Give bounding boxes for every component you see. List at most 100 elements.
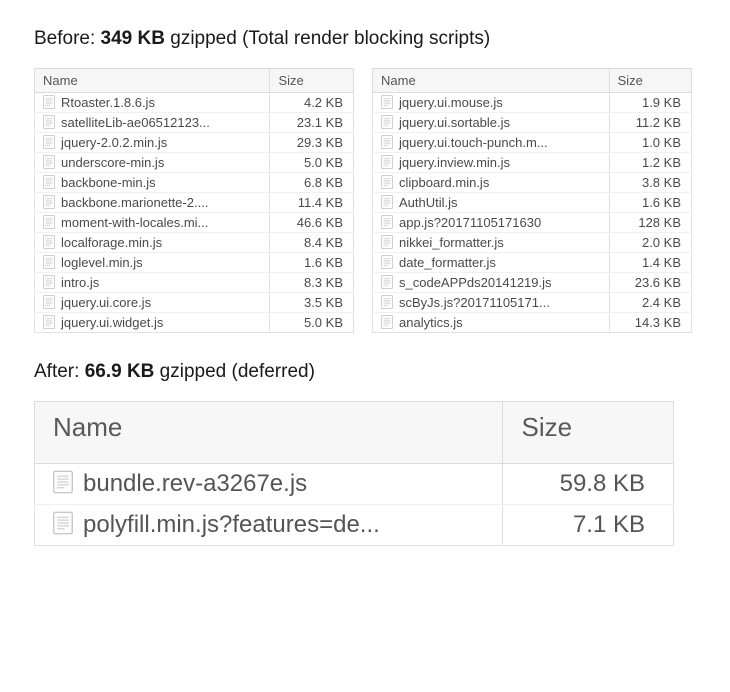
file-size-cell: 14.3 KB bbox=[609, 313, 691, 333]
file-icon bbox=[43, 315, 55, 329]
file-size-cell: 1.6 KB bbox=[609, 193, 691, 213]
file-size-cell: 2.0 KB bbox=[609, 233, 691, 253]
file-size-cell: 1.0 KB bbox=[609, 133, 691, 153]
table-row[interactable]: backbone-min.js6.8 KB bbox=[35, 173, 354, 193]
table-row[interactable]: scByJs.js?20171105171... 2.4 KB bbox=[373, 293, 692, 313]
file-name-cell: jquery.ui.core.js bbox=[35, 293, 270, 313]
table-row[interactable]: loglevel.min.js 1.6 KB bbox=[35, 253, 354, 273]
file-name: Rtoaster.1.8.6.js bbox=[61, 95, 155, 110]
file-size-cell: 46.6 KB bbox=[270, 213, 354, 233]
after-table: Name Size bundle.rev-a3267e.js 59.8 KBpol… bbox=[34, 401, 674, 546]
file-icon bbox=[381, 295, 393, 309]
table-row[interactable]: analytics.js 14.3 KB bbox=[373, 313, 692, 333]
table-row[interactable]: app.js?20171105171630128 KB bbox=[373, 213, 692, 233]
table-row[interactable]: nikkei_formatter.js 2.0 KB bbox=[373, 233, 692, 253]
after-size: 66.9 KB bbox=[85, 361, 155, 382]
file-icon bbox=[381, 95, 393, 109]
before-tables: Name Size Rtoaster.1.8.6.js 4.2 KBsatelli… bbox=[34, 68, 696, 333]
col-name-header[interactable]: Name bbox=[35, 69, 270, 93]
file-icon bbox=[53, 470, 73, 494]
table-row[interactable]: jquery.ui.widget.js5.0 KB bbox=[35, 313, 354, 333]
file-name: jquery.ui.core.js bbox=[61, 295, 151, 310]
table-row[interactable]: jquery.ui.sortable.js11.2 KB bbox=[373, 113, 692, 133]
table-row[interactable]: clipboard.min.js3.8 KB bbox=[373, 173, 692, 193]
table-row[interactable]: Rtoaster.1.8.6.js 4.2 KB bbox=[35, 93, 354, 113]
file-name-cell: loglevel.min.js bbox=[35, 253, 270, 273]
table-row[interactable]: AuthUtil.js1.6 KB bbox=[373, 193, 692, 213]
file-size-cell: 1.9 KB bbox=[609, 93, 691, 113]
file-icon bbox=[381, 215, 393, 229]
file-name: jquery.ui.touch-punch.m... bbox=[399, 135, 548, 150]
file-name: nikkei_formatter.js bbox=[399, 235, 504, 250]
col-size-header[interactable]: Size bbox=[270, 69, 354, 93]
file-name: loglevel.min.js bbox=[61, 255, 143, 270]
before-table-right: Name Size jquery.ui.mouse.js1.9 KBjquery… bbox=[372, 68, 692, 333]
file-size-cell: 1.6 KB bbox=[270, 253, 354, 273]
file-name-cell: bundle.rev-a3267e.js bbox=[35, 464, 503, 505]
file-name-cell: date_formatter.js bbox=[373, 253, 610, 273]
file-size-cell: 2.4 KB bbox=[609, 293, 691, 313]
file-size-cell: 3.8 KB bbox=[609, 173, 691, 193]
table-row[interactable]: satelliteLib-ae06512123...23.1 KB bbox=[35, 113, 354, 133]
table-row[interactable]: moment-with-locales.mi... 46.6 KB bbox=[35, 213, 354, 233]
table-row[interactable]: bundle.rev-a3267e.js 59.8 KB bbox=[35, 464, 674, 505]
col-name-header[interactable]: Name bbox=[373, 69, 610, 93]
table-row[interactable]: jquery.ui.core.js3.5 KB bbox=[35, 293, 354, 313]
after-prefix: After: bbox=[34, 361, 85, 382]
table-row[interactable]: s_codeAPPds20141219.js23.6 KB bbox=[373, 273, 692, 293]
file-icon bbox=[43, 235, 55, 249]
file-name-cell: app.js?20171105171630 bbox=[373, 213, 610, 233]
col-size-header[interactable]: Size bbox=[503, 402, 674, 464]
file-size-cell: 23.6 KB bbox=[609, 273, 691, 293]
file-icon bbox=[43, 195, 55, 209]
file-name-cell: moment-with-locales.mi... bbox=[35, 213, 270, 233]
file-name: scByJs.js?20171105171... bbox=[399, 295, 550, 310]
col-name-header[interactable]: Name bbox=[35, 402, 503, 464]
table-row[interactable]: polyfill.min.js?features=de...7.1 KB bbox=[35, 505, 674, 546]
file-icon bbox=[381, 135, 393, 149]
file-size-cell: 7.1 KB bbox=[503, 505, 674, 546]
file-name-cell: polyfill.min.js?features=de... bbox=[35, 505, 503, 546]
before-suffix: gzipped (Total render blocking scripts) bbox=[165, 28, 490, 49]
table-row[interactable]: jquery.ui.touch-punch.m... 1.0 KB bbox=[373, 133, 692, 153]
file-name-cell: jquery.ui.touch-punch.m... bbox=[373, 133, 610, 153]
file-name: jquery.inview.min.js bbox=[399, 155, 510, 170]
table-row[interactable]: jquery.inview.min.js1.2 KB bbox=[373, 153, 692, 173]
table-row[interactable]: backbone.marionette-2....11.4 KB bbox=[35, 193, 354, 213]
file-name-cell: analytics.js bbox=[373, 313, 610, 333]
file-name-cell: Rtoaster.1.8.6.js bbox=[35, 93, 270, 113]
file-name-cell: backbone-min.js bbox=[35, 173, 270, 193]
file-icon bbox=[43, 295, 55, 309]
after-heading: After: 66.9 KB gzipped (deferred) bbox=[34, 361, 696, 383]
file-name-cell: AuthUtil.js bbox=[373, 193, 610, 213]
file-icon bbox=[381, 195, 393, 209]
file-name-cell: backbone.marionette-2.... bbox=[35, 193, 270, 213]
table-row[interactable]: date_formatter.js1.4 KB bbox=[373, 253, 692, 273]
table-row[interactable]: localforage.min.js8.4 KB bbox=[35, 233, 354, 253]
table-row[interactable]: intro.js8.3 KB bbox=[35, 273, 354, 293]
before-table-left: Name Size Rtoaster.1.8.6.js 4.2 KBsatelli… bbox=[34, 68, 354, 333]
file-size-cell: 59.8 KB bbox=[503, 464, 674, 505]
file-name: underscore-min.js bbox=[61, 155, 164, 170]
file-name: backbone.marionette-2.... bbox=[61, 195, 208, 210]
file-icon bbox=[43, 215, 55, 229]
file-size-cell: 4.2 KB bbox=[270, 93, 354, 113]
file-name: moment-with-locales.mi... bbox=[61, 215, 208, 230]
file-size-cell: 128 KB bbox=[609, 213, 691, 233]
file-icon bbox=[43, 155, 55, 169]
before-heading: Before: 349 KB gzipped (Total render blo… bbox=[34, 28, 696, 50]
table-row[interactable]: underscore-min.js5.0 KB bbox=[35, 153, 354, 173]
table-row[interactable]: jquery-2.0.2.min.js29.3 KB bbox=[35, 133, 354, 153]
file-icon bbox=[53, 511, 73, 535]
file-name-cell: jquery-2.0.2.min.js bbox=[35, 133, 270, 153]
table-row[interactable]: jquery.ui.mouse.js1.9 KB bbox=[373, 93, 692, 113]
file-name: analytics.js bbox=[399, 315, 463, 330]
file-name: bundle.rev-a3267e.js bbox=[83, 470, 307, 497]
file-icon bbox=[43, 255, 55, 269]
file-icon bbox=[43, 275, 55, 289]
file-size-cell: 11.2 KB bbox=[609, 113, 691, 133]
file-name: jquery-2.0.2.min.js bbox=[61, 135, 167, 150]
before-prefix: Before: bbox=[34, 28, 101, 49]
file-name-cell: localforage.min.js bbox=[35, 233, 270, 253]
col-size-header[interactable]: Size bbox=[609, 69, 691, 93]
